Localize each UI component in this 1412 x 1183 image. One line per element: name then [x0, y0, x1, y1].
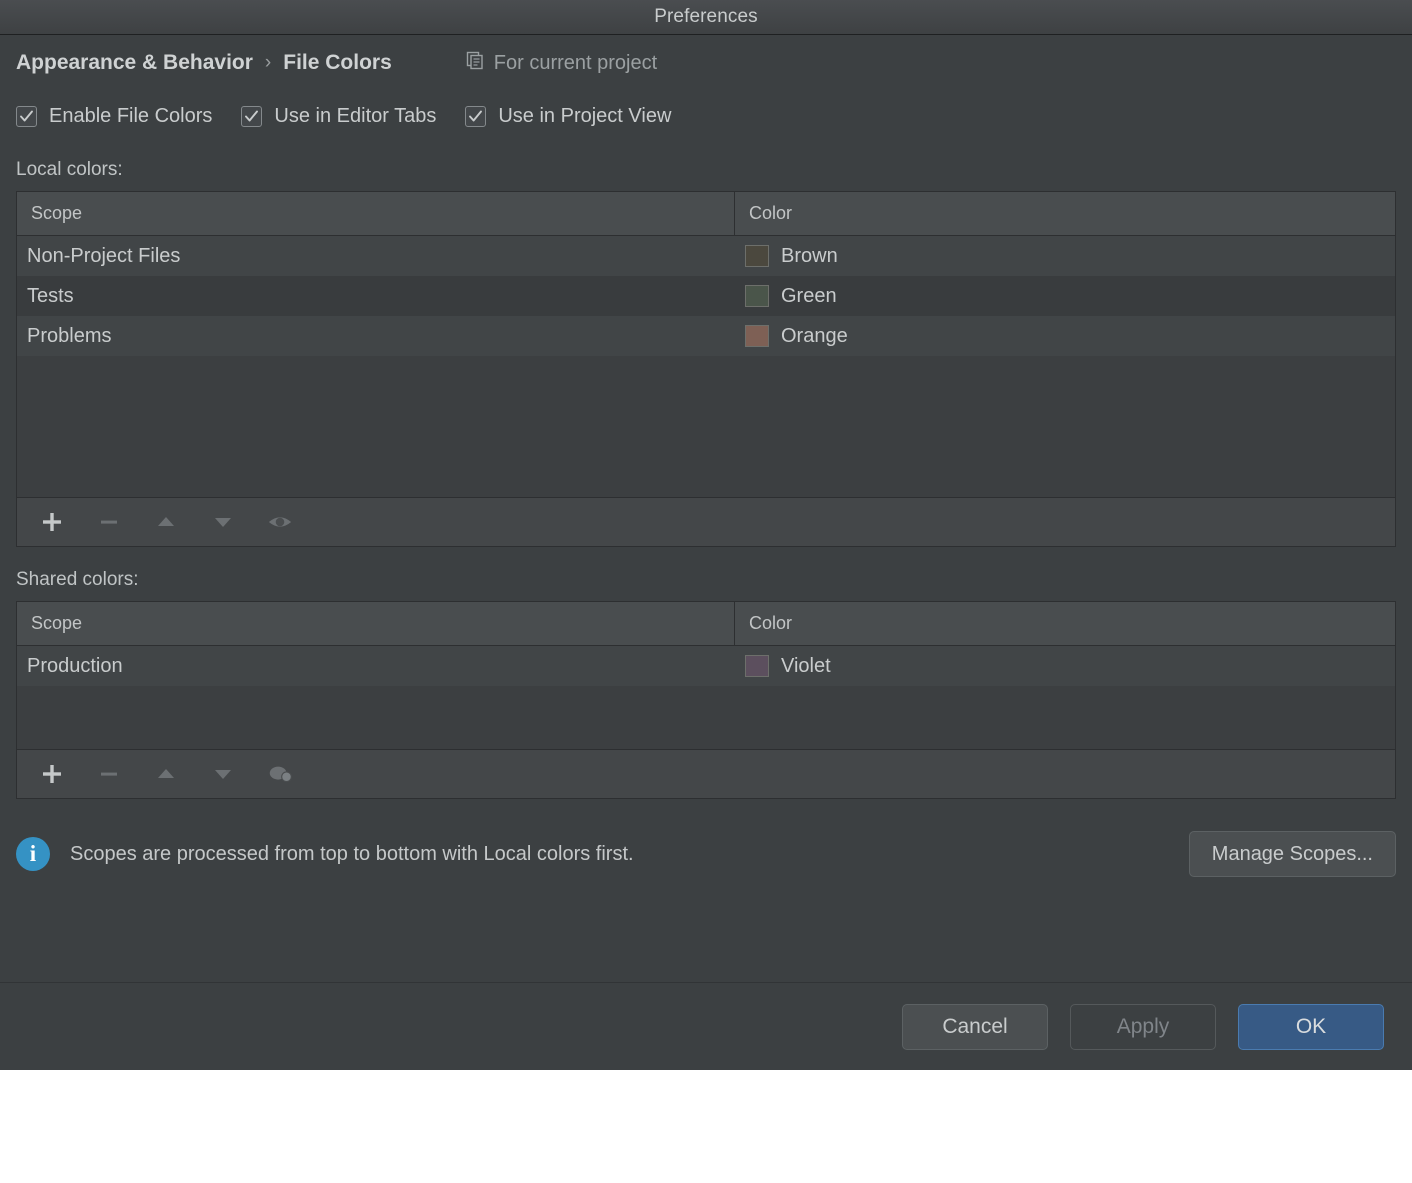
- cell-scope: Tests: [27, 284, 74, 307]
- breadcrumb-page: File Colors: [283, 51, 392, 74]
- unshare-scope-button[interactable]: [267, 761, 293, 787]
- info-icon: i: [16, 837, 50, 871]
- cell-scope: Problems: [27, 324, 112, 347]
- preferences-dialog: Preferences Appearance & Behavior › File…: [0, 0, 1412, 1070]
- ok-button[interactable]: OK: [1238, 1003, 1384, 1050]
- table-row[interactable]: Non-Project Files Brown: [17, 236, 1395, 276]
- breadcrumb: Appearance & Behavior › File Colors For …: [16, 35, 1396, 91]
- local-colors-table: Scope Color Non-Project Files Brown Test…: [16, 191, 1396, 547]
- add-button[interactable]: [39, 761, 65, 787]
- add-button[interactable]: [39, 509, 65, 535]
- share-scope-button[interactable]: [267, 509, 293, 535]
- column-header-color[interactable]: Color: [735, 192, 1395, 235]
- local-colors-toolbar: [17, 497, 1395, 546]
- remove-button[interactable]: [96, 761, 122, 787]
- checkbox-label: Use in Editor Tabs: [274, 104, 437, 127]
- checkmark-icon: [16, 105, 37, 127]
- shared-colors-toolbar: [17, 749, 1395, 798]
- title-bar: Preferences: [0, 0, 1412, 35]
- options-row: Enable File Colors Use in Editor Tabs Us…: [16, 91, 1396, 141]
- breadcrumb-separator: ›: [264, 52, 272, 73]
- table-empty-area[interactable]: [17, 356, 1395, 497]
- local-colors-label: Local colors:: [16, 159, 123, 180]
- table-row[interactable]: Tests Green: [17, 276, 1395, 316]
- desktop-background: [0, 1070, 1412, 1183]
- move-up-button[interactable]: [153, 761, 179, 787]
- scope-note: For current project: [466, 51, 657, 76]
- table-body: Non-Project Files Brown Tests Green Prob…: [17, 236, 1395, 497]
- table-row[interactable]: Production Violet: [17, 646, 1395, 686]
- column-header-scope[interactable]: Scope: [17, 602, 735, 645]
- checkbox-label: Enable File Colors: [49, 104, 213, 127]
- color-name: Brown: [781, 244, 838, 267]
- checkbox-use-in-editor-tabs[interactable]: Use in Editor Tabs: [241, 105, 436, 128]
- column-header-scope[interactable]: Scope: [17, 192, 735, 235]
- table-body: Production Violet: [17, 646, 1395, 749]
- breadcrumb-category[interactable]: Appearance & Behavior: [16, 51, 253, 75]
- cell-scope: Production: [27, 654, 123, 677]
- dialog-footer: Cancel Apply OK: [0, 982, 1412, 1070]
- checkbox-label: Use in Project View: [498, 104, 672, 127]
- cell-color: Green: [735, 276, 1395, 316]
- apply-button[interactable]: Apply: [1070, 1003, 1216, 1050]
- window-title: Preferences: [654, 6, 758, 27]
- color-swatch: [745, 245, 769, 267]
- move-down-button[interactable]: [210, 761, 236, 787]
- info-row: i Scopes are processed from top to botto…: [16, 815, 1396, 893]
- cancel-button[interactable]: Cancel: [902, 1003, 1048, 1050]
- info-text: Scopes are processed from top to bottom …: [70, 842, 634, 865]
- color-name: Green: [781, 284, 837, 307]
- table-header: Scope Color: [17, 192, 1395, 236]
- checkmark-icon: [465, 105, 487, 127]
- scope-note-label: For current project: [493, 51, 658, 74]
- move-up-button[interactable]: [153, 509, 179, 535]
- column-header-color[interactable]: Color: [735, 602, 1395, 645]
- color-swatch: [745, 285, 769, 307]
- shared-colors-table: Scope Color Production Violet: [16, 601, 1396, 799]
- cell-color: Brown: [735, 236, 1395, 276]
- shared-colors-label: Shared colors:: [16, 569, 139, 590]
- checkbox-enable-file-colors[interactable]: Enable File Colors: [16, 105, 212, 128]
- checkbox-use-in-project-view[interactable]: Use in Project View: [465, 105, 671, 128]
- color-swatch: [745, 325, 769, 347]
- color-name: Violet: [781, 654, 831, 677]
- color-swatch: [745, 655, 769, 677]
- table-empty-area[interactable]: [17, 686, 1395, 749]
- cell-color: Orange: [735, 316, 1395, 356]
- cell-color: Violet: [735, 646, 1395, 686]
- manage-scopes-button[interactable]: Manage Scopes...: [1188, 831, 1396, 877]
- cell-scope: Non-Project Files: [27, 244, 181, 267]
- dialog-content: Appearance & Behavior › File Colors For …: [0, 35, 1412, 982]
- table-row[interactable]: Problems Orange: [17, 316, 1395, 356]
- checkmark-icon: [241, 105, 263, 127]
- remove-button[interactable]: [96, 509, 122, 535]
- table-header: Scope Color: [17, 602, 1395, 646]
- module-copy-icon: [466, 51, 485, 76]
- move-down-button[interactable]: [210, 509, 236, 535]
- color-name: Orange: [781, 324, 848, 347]
